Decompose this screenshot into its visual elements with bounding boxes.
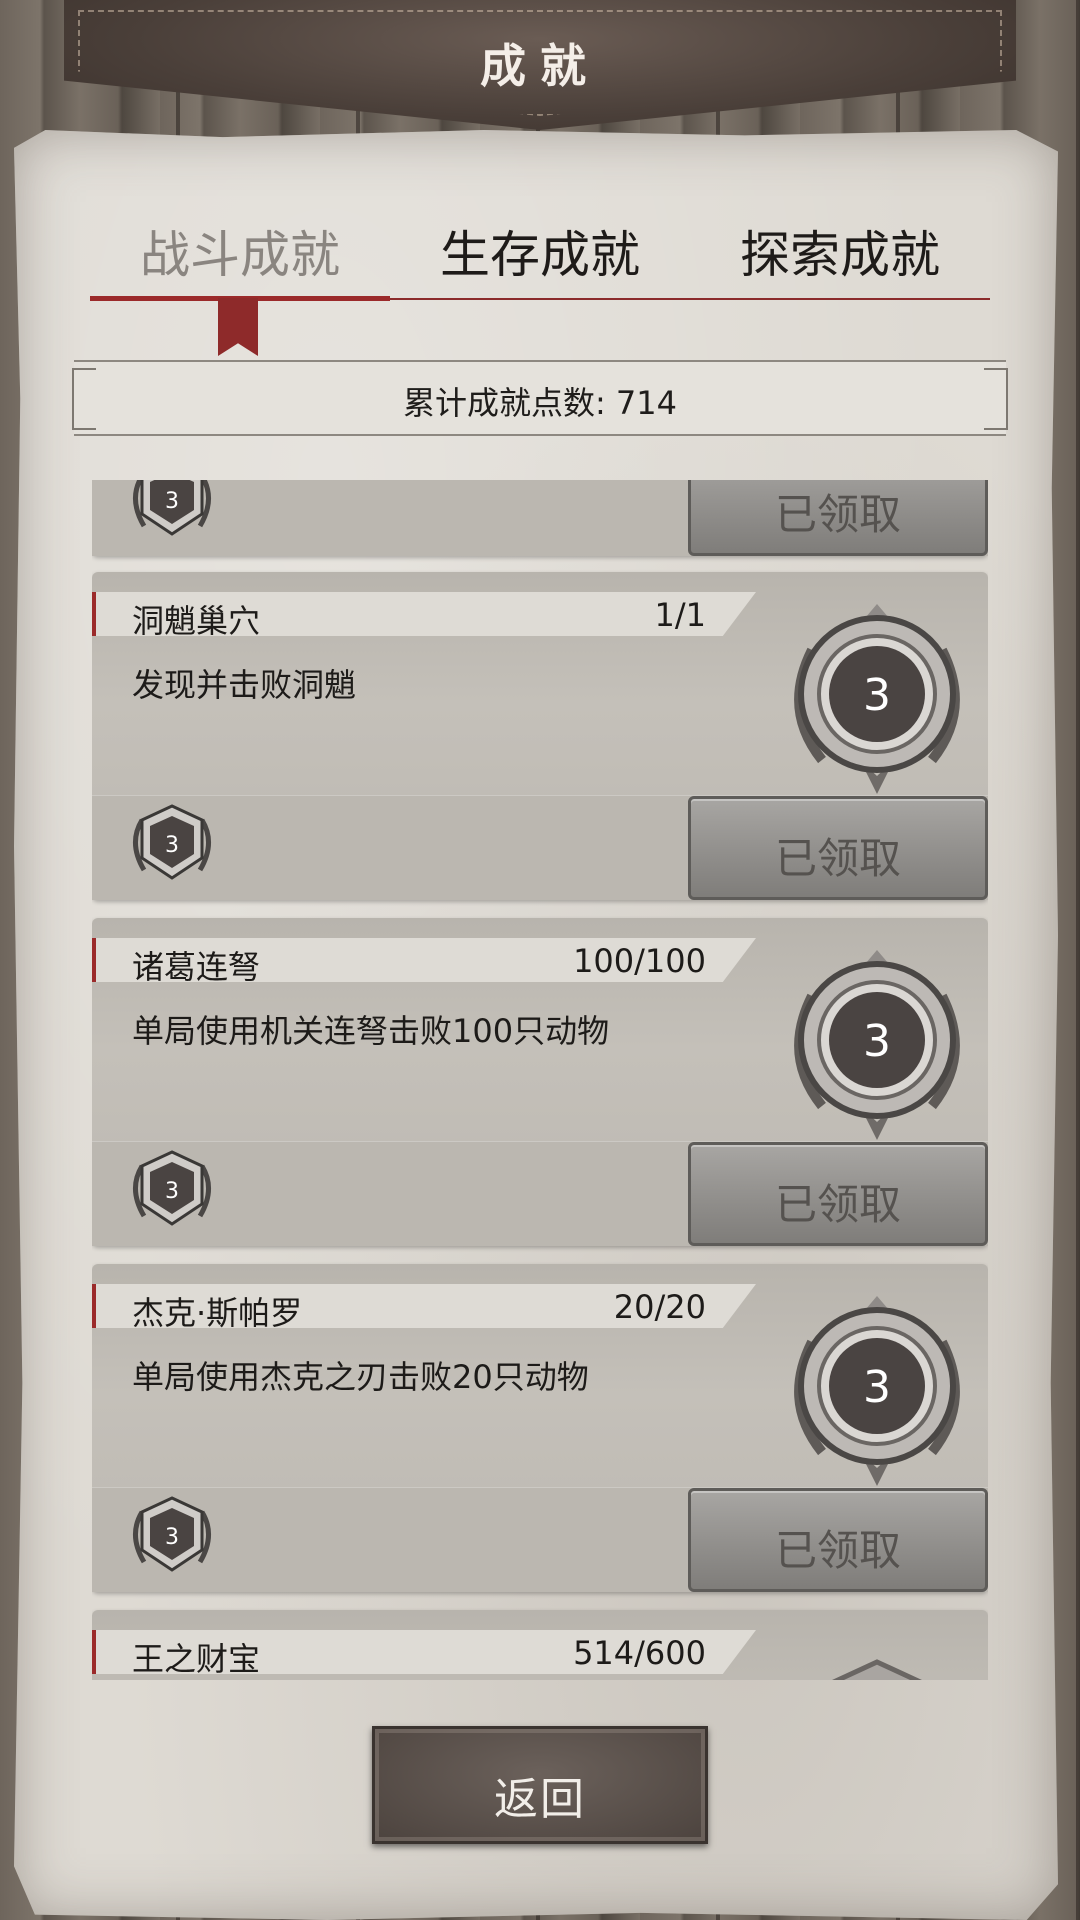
achievement-progress: 20/20 <box>613 1288 706 1326</box>
svg-text:3: 3 <box>165 1179 179 1204</box>
claimed-button[interactable]: 已领取 <box>688 480 988 556</box>
achievement-progress: 514/600 <box>573 1634 706 1672</box>
back-button[interactable]: 返回 <box>372 1726 708 1844</box>
achievement-list[interactable]: 3 已领取 洞魈巢穴 1/1 发现并击败洞魈 3 3 已领取 诸葛连弩 100/… <box>92 480 988 1680</box>
achievement-medal-icon: 3 <box>794 604 960 794</box>
small-points-badge-icon: 3 <box>133 1496 211 1572</box>
achievement-progress: 1/1 <box>654 596 707 634</box>
svg-text:3: 3 <box>863 1016 891 1067</box>
achievement-card: 诸葛连弩 100/100 单局使用机关连弩击败100只动物 3 3 已领取 <box>92 918 988 1246</box>
total-points-bar: 累计成就点数: 714 <box>72 360 1008 436</box>
achievement-medal-icon: 3 <box>794 1296 960 1486</box>
tab-explore[interactable]: 探索成就 <box>690 215 990 287</box>
claimed-button[interactable]: 已领取 <box>688 1142 988 1246</box>
category-tabs: 战斗成就 生存成就 探索成就 <box>90 215 990 305</box>
achievement-progress: 100/100 <box>573 942 706 980</box>
achievement-medal-icon: 3 <box>794 950 960 1140</box>
svg-text:3: 3 <box>165 489 179 514</box>
tab-battle[interactable]: 战斗成就 <box>90 215 390 287</box>
total-points-text: 累计成就点数: 714 <box>402 384 678 422</box>
claimed-button[interactable]: 已领取 <box>688 1488 988 1592</box>
svg-text:3: 3 <box>863 670 891 721</box>
svg-text:3: 3 <box>165 833 179 858</box>
page-title: 成就 <box>480 39 600 93</box>
small-points-badge-icon: 3 <box>133 480 211 536</box>
achievement-card: 杰克·斯帕罗 20/20 单局使用杰克之刃击败20只动物 3 3 已领取 <box>92 1264 988 1592</box>
svg-text:3: 3 <box>165 1525 179 1550</box>
achievement-card: 3 已领取 <box>92 480 988 556</box>
svg-text:3: 3 <box>863 1362 891 1413</box>
achievement-card: 洞魈巢穴 1/1 发现并击败洞魈 3 3 已领取 <box>92 572 988 900</box>
tab-survival[interactable]: 生存成就 <box>390 215 690 287</box>
achievement-name: 洞魈巢穴 <box>132 602 261 640</box>
small-points-badge-icon: 3 <box>133 804 211 880</box>
achievement-description: 单局使用机关连弩击败100只动物 <box>132 1012 610 1050</box>
achievement-name: 王之财宝 <box>132 1640 261 1678</box>
achievement-medal-locked-icon <box>832 1659 922 1680</box>
achievement-name: 杰克·斯帕罗 <box>132 1294 303 1332</box>
achievement-description: 单局使用杰克之刃击败20只动物 <box>132 1358 589 1396</box>
claimed-button[interactable]: 已领取 <box>688 796 988 900</box>
achievement-description: 发现并击败洞魈 <box>132 666 357 704</box>
achievement-card: 王之财宝 514/600 <box>92 1610 988 1680</box>
achievement-name: 诸葛连弩 <box>132 948 261 986</box>
small-points-badge-icon: 3 <box>133 1150 211 1226</box>
